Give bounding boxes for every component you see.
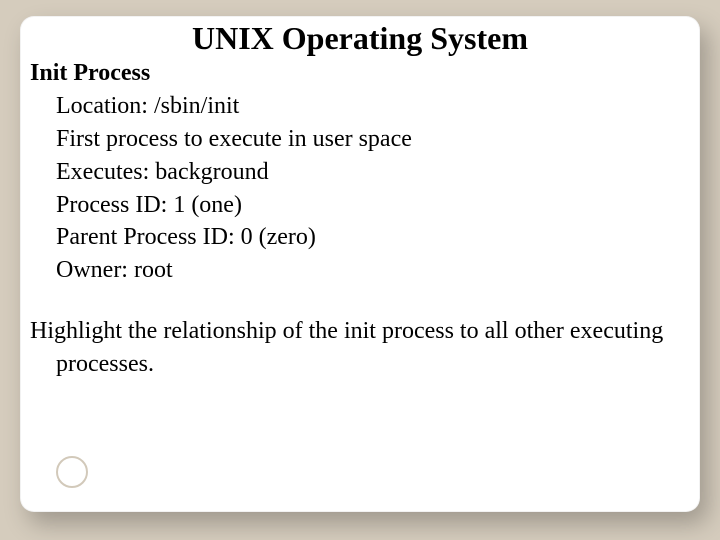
paragraph: Highlight the relationship of the init p… — [30, 315, 686, 381]
spacer — [30, 287, 686, 315]
slide-content: Init Process Location: /sbin/init First … — [20, 57, 700, 381]
detail-ppid: Parent Process ID: 0 (zero) — [30, 221, 686, 254]
detail-first-process: First process to execute in user space — [30, 123, 686, 156]
paragraph-text: Highlight the relationship of the init p… — [30, 315, 686, 381]
detail-executes: Executes: background — [30, 156, 686, 189]
ring-icon — [56, 456, 88, 488]
section-heading: Init Process — [30, 57, 686, 90]
slide-title: UNIX Operating System — [20, 20, 700, 57]
detail-location: Location: /sbin/init — [30, 90, 686, 123]
slide-card: UNIX Operating System Init Process Locat… — [20, 16, 700, 512]
detail-pid: Process ID: 1 (one) — [30, 189, 686, 222]
detail-owner: Owner: root — [30, 254, 686, 287]
